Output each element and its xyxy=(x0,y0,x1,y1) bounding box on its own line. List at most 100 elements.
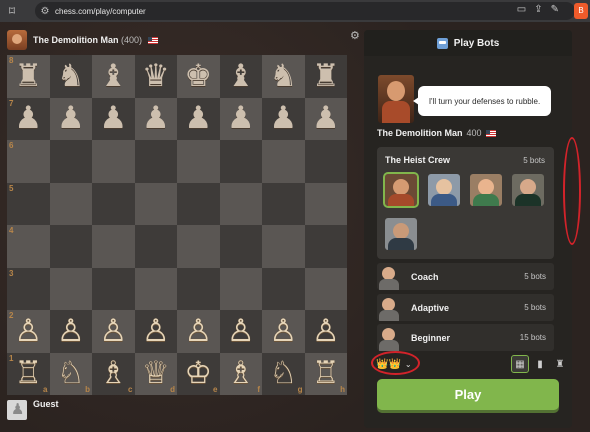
board-square[interactable]: d ♕ xyxy=(134,352,177,395)
category-row-coach[interactable]: Coach 5 bots xyxy=(377,263,554,290)
pieces-mode-icon[interactable]: ♜ xyxy=(552,356,568,372)
guest-avatar[interactable] xyxy=(7,400,27,420)
board-square[interactable] xyxy=(304,182,347,225)
chess-piece[interactable]: ♟ xyxy=(142,103,170,134)
chess-piece[interactable]: ♙ xyxy=(142,315,170,347)
chess-piece[interactable]: ♗ xyxy=(99,358,127,389)
board-square[interactable]: ♞ xyxy=(49,55,92,98)
board-square[interactable]: 3 xyxy=(7,267,50,310)
board-square[interactable]: ♙ xyxy=(177,310,220,353)
board-square[interactable] xyxy=(304,225,347,268)
board-square[interactable]: ♚ xyxy=(177,55,220,98)
crew-bot-2[interactable] xyxy=(428,174,460,206)
chess-piece[interactable]: ♛ xyxy=(142,60,170,92)
share-icon[interactable]: ⇪ xyxy=(534,4,542,15)
board-mode-icon[interactable]: ▦ xyxy=(511,355,529,373)
category-row-adaptive[interactable]: Adaptive 5 bots xyxy=(377,294,554,321)
board-square[interactable] xyxy=(92,267,135,310)
board-square[interactable]: ♟ xyxy=(134,97,177,140)
chess-piece[interactable]: ♜ xyxy=(312,60,340,92)
chess-piece[interactable]: ♖ xyxy=(312,358,340,389)
board-square[interactable] xyxy=(49,140,92,183)
board-square[interactable]: ♟ xyxy=(177,97,220,140)
chess-piece[interactable]: ♟ xyxy=(269,103,297,134)
chess-board[interactable]: 8 ♜ ♞ ♝ ♛ ♚ ♝ ♞ ♜ 7 ♟ ♟ ♟ ♟ ♟ ♟ ♟ ♟ 6 5 4 3 2 ♙ ♙ ♙ ♙ ♙ ♙ ♙ ♙ 1 a ♖ b ♘ c ♗ d ♕… xyxy=(7,55,347,395)
board-square[interactable] xyxy=(92,140,135,183)
board-square[interactable] xyxy=(177,182,220,225)
board-square[interactable]: 8 ♜ xyxy=(7,55,50,98)
board-square[interactable] xyxy=(177,225,220,268)
board-square[interactable]: c ♗ xyxy=(92,352,135,395)
chess-piece[interactable]: ♙ xyxy=(227,315,255,347)
chess-piece[interactable]: ♙ xyxy=(14,315,42,347)
chess-piece[interactable]: ♟ xyxy=(99,103,127,134)
board-square[interactable]: ♟ xyxy=(92,97,135,140)
chess-piece[interactable]: ♗ xyxy=(227,358,255,389)
board-square[interactable] xyxy=(49,267,92,310)
chess-piece[interactable]: ♙ xyxy=(269,315,297,347)
cast-icon[interactable]: ▭ xyxy=(517,4,526,15)
board-square[interactable] xyxy=(262,182,305,225)
board-square[interactable]: ♞ xyxy=(262,55,305,98)
board-square[interactable] xyxy=(49,182,92,225)
crew-bot-5[interactable] xyxy=(385,218,417,250)
board-square[interactable] xyxy=(134,182,177,225)
board-square[interactable]: ♙ xyxy=(49,310,92,353)
brave-shield-icon[interactable]: B xyxy=(574,3,588,19)
board-square[interactable] xyxy=(304,267,347,310)
chess-piece[interactable]: ♝ xyxy=(99,60,127,92)
board-square[interactable] xyxy=(134,267,177,310)
chess-piece[interactable]: ♟ xyxy=(227,103,255,134)
site-settings-icon[interactable]: ⚙ xyxy=(35,6,55,17)
board-square[interactable]: 7 ♟ xyxy=(7,97,50,140)
board-square[interactable]: ♙ xyxy=(92,310,135,353)
chess-piece[interactable]: ♙ xyxy=(99,315,127,347)
address-bar[interactable]: ⚙ chess.com/play/computer ▭ ⇪ ✎ xyxy=(35,2,575,20)
board-square[interactable]: ♙ xyxy=(134,310,177,353)
chess-piece[interactable]: ♟ xyxy=(14,103,42,134)
board-square[interactable]: 4 xyxy=(7,225,50,268)
board-square[interactable]: ♛ xyxy=(134,55,177,98)
chess-piece[interactable]: ♟ xyxy=(312,103,340,134)
board-square[interactable]: b ♘ xyxy=(49,352,92,395)
chess-piece[interactable]: ♙ xyxy=(184,315,212,347)
chess-piece[interactable]: ♙ xyxy=(312,315,340,347)
chess-piece[interactable]: ♔ xyxy=(184,358,212,389)
category-row-beginner[interactable]: Beginner 15 bots xyxy=(377,324,554,351)
board-square[interactable]: ♟ xyxy=(262,97,305,140)
crew-bot-4[interactable] xyxy=(512,174,544,206)
chess-piece[interactable]: ♞ xyxy=(269,60,297,92)
chess-piece[interactable]: ♟ xyxy=(57,103,85,134)
board-square[interactable]: 5 xyxy=(7,182,50,225)
board-square[interactable] xyxy=(262,267,305,310)
chess-piece[interactable]: ♟ xyxy=(184,103,212,134)
board-square[interactable] xyxy=(304,140,347,183)
board-square[interactable]: 1 a ♖ xyxy=(7,352,50,395)
chess-piece[interactable]: ♘ xyxy=(269,358,297,389)
crew-bot-demolition-man[interactable] xyxy=(383,172,419,208)
board-square[interactable]: ♝ xyxy=(92,55,135,98)
board-square[interactable]: 6 xyxy=(7,140,50,183)
board-square[interactable]: e ♔ xyxy=(177,352,220,395)
chess-piece[interactable]: ♘ xyxy=(57,358,85,389)
chess-piece[interactable]: ♝ xyxy=(227,60,255,92)
board-square[interactable]: f ♗ xyxy=(219,352,262,395)
board-square[interactable] xyxy=(219,267,262,310)
bookmark-icon[interactable]: ⌑ xyxy=(0,4,24,18)
board-square[interactable] xyxy=(49,225,92,268)
board-square[interactable]: ♟ xyxy=(304,97,347,140)
crew-bot-3[interactable] xyxy=(470,174,502,206)
board-square[interactable]: ♙ xyxy=(304,310,347,353)
board-square[interactable]: ♜ xyxy=(304,55,347,98)
book-mode-icon[interactable]: ▮ xyxy=(532,356,548,372)
board-square[interactable]: ♟ xyxy=(49,97,92,140)
board-square[interactable] xyxy=(262,140,305,183)
board-square[interactable]: g ♘ xyxy=(262,352,305,395)
board-square[interactable] xyxy=(134,140,177,183)
board-square[interactable] xyxy=(177,140,220,183)
board-square[interactable]: h ♖ xyxy=(304,352,347,395)
bot-avatar[interactable] xyxy=(7,30,27,50)
board-square[interactable] xyxy=(262,225,305,268)
extension-icon[interactable]: ✎ xyxy=(551,4,559,15)
board-square[interactable] xyxy=(219,225,262,268)
